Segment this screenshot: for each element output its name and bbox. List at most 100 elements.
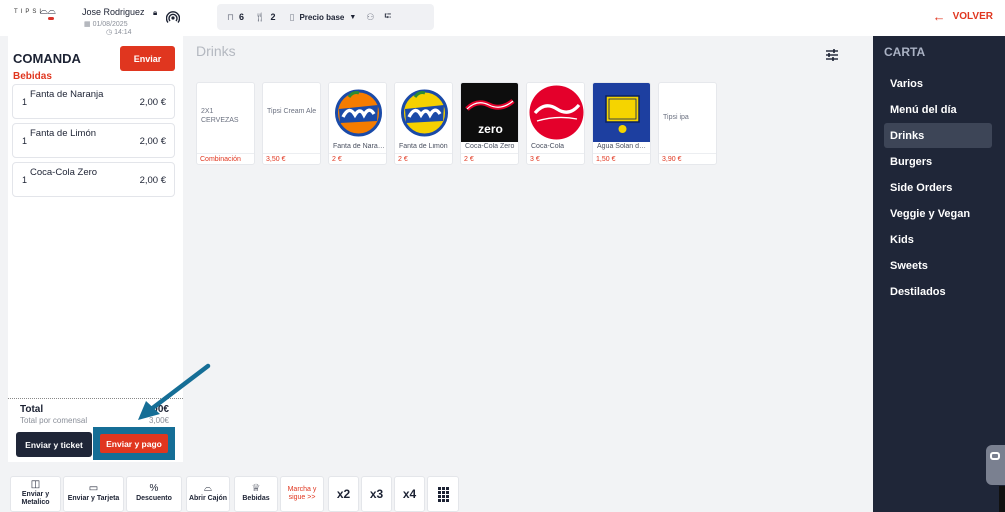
carta-title: CARTA bbox=[884, 45, 926, 59]
comanda-panel: COMANDA Enviar Bebidas 1 Fanta de Naranj… bbox=[8, 36, 183, 462]
product-separator bbox=[197, 153, 254, 154]
keypad-button[interactable] bbox=[427, 476, 459, 512]
carta-item-veggie-vegan[interactable]: Veggie y Vegan bbox=[884, 201, 992, 226]
total-label: Total bbox=[20, 404, 44, 415]
send-ticket-button[interactable]: Enviar y ticket bbox=[16, 432, 92, 457]
discount-label: Descuento bbox=[136, 495, 172, 502]
march-button[interactable]: Marcha y sigue >> bbox=[280, 476, 324, 512]
product-price: Combinación bbox=[200, 156, 241, 163]
drawer-icon: ⌓ bbox=[204, 483, 212, 494]
multiply-x3-button[interactable]: x3 bbox=[361, 476, 392, 512]
user-name: Jose Rodriguez bbox=[82, 7, 145, 17]
carta-item-destilados[interactable]: Destilados bbox=[884, 279, 992, 304]
filter-sliders-icon[interactable] bbox=[824, 47, 840, 63]
order-item[interactable]: 1 Coca-Cola Zero 2,00 € bbox=[12, 162, 175, 197]
tables-count[interactable]: ⊓ 6 bbox=[227, 12, 244, 23]
discount-button[interactable]: % Descuento bbox=[126, 476, 182, 512]
comanda-title: COMANDA bbox=[13, 51, 81, 66]
x2-label: x2 bbox=[336, 487, 351, 501]
transfer-button[interactable]: ⮓ bbox=[384, 9, 391, 25]
totals-section: Total 6,00€ Total por comensal 3,00€ bbox=[8, 398, 183, 425]
svg-text:zero: zero bbox=[478, 122, 503, 136]
drinks-button[interactable]: ♕ Bebidas bbox=[234, 476, 278, 512]
wireless-signal-icon[interactable] bbox=[166, 10, 180, 24]
category-title: Drinks bbox=[196, 43, 236, 59]
product-card[interactable]: Agua Solan de Cabras 1,50 € bbox=[592, 82, 651, 165]
fanta-lemon-logo-icon bbox=[395, 83, 452, 142]
per-diner-label: Total por comensal bbox=[20, 416, 88, 425]
product-price: 1,50 € bbox=[596, 156, 616, 163]
cash-icon: ◫ bbox=[30, 479, 41, 490]
product-name: Fanta de Limón bbox=[399, 143, 448, 150]
product-card[interactable]: Tipsi Cream Ale 3,50 € bbox=[262, 82, 321, 165]
glasses-icon: ⌓⌓ bbox=[40, 6, 56, 17]
order-item-qty: 1 bbox=[22, 136, 28, 146]
send-card-button[interactable]: ▭ Enviar y Tarjeta bbox=[63, 476, 124, 512]
highlight-box: Enviar y pago bbox=[93, 427, 175, 460]
back-label: VOLVER bbox=[952, 11, 993, 22]
product-card[interactable]: Fanta de Naranja 2 € bbox=[328, 82, 387, 165]
product-card[interactable]: Coca-Cola 3 € bbox=[526, 82, 585, 165]
side-widget-tab[interactable] bbox=[986, 445, 1005, 485]
march-label: Marcha y sigue >> bbox=[287, 486, 317, 501]
product-tile-text: 2X1 CERVEZAS bbox=[201, 108, 239, 124]
product-name: Coca-Cola Zero bbox=[465, 143, 515, 150]
product-price: 2 € bbox=[332, 156, 342, 163]
open-drawer-button[interactable]: ⌓ Abrir Cajón bbox=[186, 476, 230, 512]
transfer-table-icon: ⮓ bbox=[384, 11, 392, 21]
product-name: Coca-Cola bbox=[531, 143, 565, 150]
product-separator bbox=[329, 153, 386, 154]
calendar-icon: ▦ bbox=[84, 21, 93, 28]
carta-item-varios[interactable]: Varios bbox=[884, 71, 992, 96]
tables-count-value: 6 bbox=[239, 12, 245, 22]
order-item-name: Coca-Cola Zero bbox=[30, 167, 98, 178]
back-button[interactable]: ← VOLVER bbox=[933, 10, 993, 23]
product-name: Agua Solan de Cabras bbox=[597, 143, 649, 150]
person-icon: ⚇ bbox=[366, 11, 375, 22]
product-name: Fanta de Naranja bbox=[333, 143, 385, 150]
tag-icon: ▯ bbox=[289, 11, 295, 22]
order-item-price: 2,00 € bbox=[139, 97, 166, 108]
send-button[interactable]: Enviar bbox=[120, 46, 175, 71]
carta-item-burgers[interactable]: Burgers bbox=[884, 149, 992, 174]
order-item-name: Fanta de Naranja bbox=[30, 89, 104, 100]
send-card-label: Enviar y Tarjeta bbox=[67, 495, 120, 502]
cutlery-icon: 🍴︎ bbox=[254, 11, 266, 22]
product-card[interactable]: Fanta de Limón 2 € bbox=[394, 82, 453, 165]
carta-item-sweets[interactable]: Sweets bbox=[884, 253, 992, 278]
product-card[interactable]: Tipsi ipa 3,90 € bbox=[658, 82, 717, 165]
send-cash-button[interactable]: ◫ Enviar y Metalico bbox=[10, 476, 61, 512]
product-separator bbox=[263, 153, 320, 154]
product-separator bbox=[461, 153, 518, 154]
date-text: 01/08/2025 bbox=[92, 21, 128, 28]
credit-card-icon: ▭ bbox=[88, 483, 99, 494]
diners-count[interactable]: 🍴︎ 2 bbox=[254, 12, 275, 23]
time-text: 14:14 bbox=[114, 29, 132, 36]
carta-item-kids[interactable]: Kids bbox=[884, 227, 992, 252]
multiply-x4-button[interactable]: x4 bbox=[394, 476, 425, 512]
order-item-price: 2,00 € bbox=[139, 136, 166, 147]
product-separator bbox=[527, 153, 584, 154]
carta-item-side-orders[interactable]: Side Orders bbox=[884, 175, 992, 200]
product-price: 3,90 € bbox=[662, 156, 682, 163]
order-item[interactable]: 1 Fanta de Limón 2,00 € bbox=[12, 123, 175, 158]
section-label: Bebidas bbox=[13, 71, 52, 82]
order-item-qty: 1 bbox=[22, 175, 28, 185]
carta-item-menu-del-dia[interactable]: Menú del día bbox=[884, 97, 992, 122]
product-card[interactable]: 2X1 CERVEZAS Combinación bbox=[196, 82, 255, 165]
user-info[interactable]: Jose Rodriguez 🔒︎ ▦ 01/08/2025 ◷ 14:14 bbox=[82, 2, 157, 36]
order-item[interactable]: 1 Fanta de Naranja 2,00 € bbox=[12, 84, 175, 119]
price-label: Precio base bbox=[299, 12, 345, 22]
product-card[interactable]: zero Coca-Cola Zero 2 € bbox=[460, 82, 519, 165]
percent-icon: % bbox=[149, 483, 159, 494]
price-selector[interactable]: ▯ Precio base ▼ bbox=[290, 12, 357, 23]
product-price: 3,50 € bbox=[266, 156, 286, 163]
product-separator bbox=[593, 153, 650, 154]
carta-item-drinks[interactable]: Drinks bbox=[884, 123, 992, 148]
lock-icon[interactable]: 🔒︎ bbox=[153, 8, 157, 18]
customer-button[interactable]: ⚇ bbox=[366, 12, 374, 23]
send-pay-button[interactable]: Enviar y pago bbox=[100, 434, 168, 453]
multiply-x2-button[interactable]: x2 bbox=[328, 476, 359, 512]
chef-hat-icon: ♕ bbox=[251, 483, 261, 494]
clock-icon: ◷ bbox=[106, 29, 115, 36]
